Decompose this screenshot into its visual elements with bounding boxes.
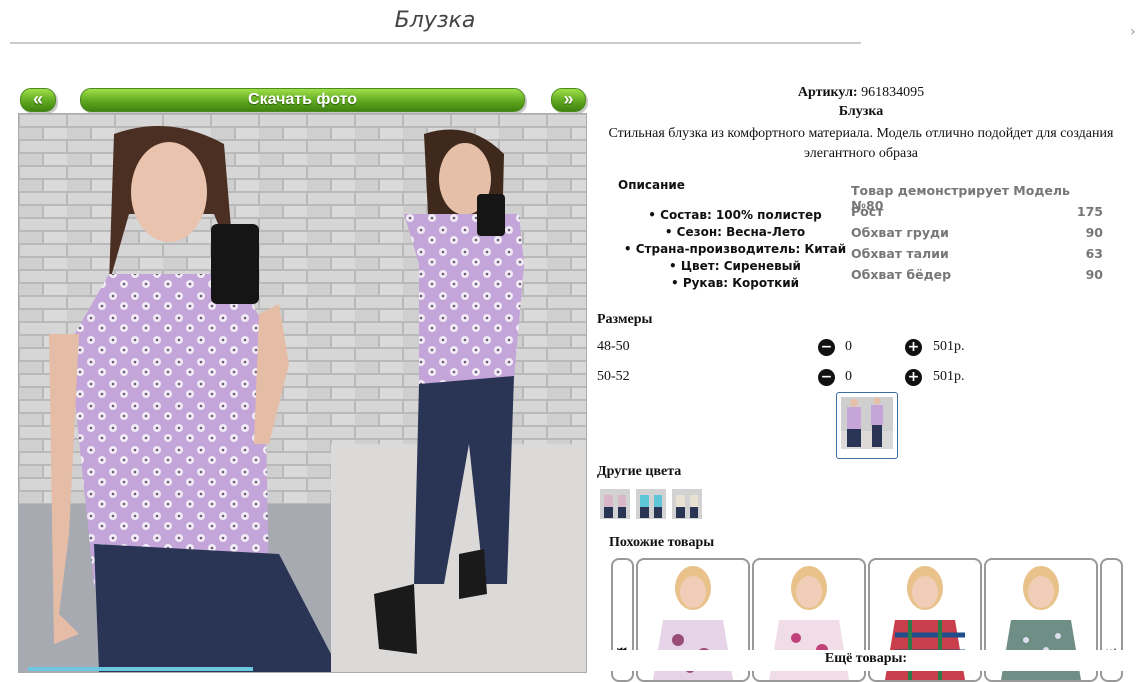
model-row: Обхват груди 90 (851, 225, 1103, 240)
color-swatch[interactable] (672, 489, 702, 519)
description-heading: Описание (618, 178, 685, 192)
quantity-value: 0 (845, 369, 852, 384)
page-title: Блузка (394, 8, 476, 33)
model-row: Обхват бёдер 90 (851, 267, 1103, 282)
spec-item: Сезон: Весна-Лето (600, 224, 870, 241)
sku-value: 961834095 (861, 85, 925, 100)
product-photo[interactable] (18, 113, 587, 673)
product-name: Блузка (838, 104, 884, 119)
spec-item: Состав: 100% полистер (600, 207, 870, 224)
close-icon[interactable]: › (1130, 24, 1136, 40)
quantity-value: 0 (845, 339, 852, 354)
size-label: 50-52 (597, 369, 630, 384)
more-items-label[interactable]: Ещё товары: (596, 650, 1136, 671)
spec-item: Рукав: Короткий (600, 275, 870, 292)
size-row: 48-50 − 0 + 501р. (597, 339, 997, 359)
minus-icon[interactable]: − (818, 369, 835, 386)
model-heading: Товар демонстрирует Модель №80 (851, 183, 1070, 213)
model-measurements: Товар демонстрирует Модель №80 Рост 175 О… (851, 183, 1103, 288)
price: 501р. (933, 339, 965, 354)
title-divider (10, 42, 861, 44)
model-row: Обхват талии 63 (851, 246, 1103, 261)
photo-scrollbar[interactable] (28, 667, 253, 671)
size-row: 50-52 − 0 + 501р. (597, 369, 997, 389)
model-row: Рост 175 (851, 204, 1103, 219)
color-swatch[interactable] (636, 489, 666, 519)
size-label: 48-50 (597, 339, 630, 354)
next-photo-button[interactable]: » (551, 88, 586, 112)
similar-heading: Похожие товары (609, 535, 715, 550)
download-photo-button[interactable]: Скачать фото (80, 88, 525, 112)
sku-line: Артикул: 961834095 (596, 85, 1126, 101)
color-swatch[interactable] (600, 489, 630, 519)
price: 501р. (933, 369, 965, 384)
sku-label: Артикул: (797, 85, 858, 100)
spec-item: Цвет: Сиреневый (600, 258, 870, 275)
product-description: Стильная блузка из комфортного материала… (608, 126, 1114, 161)
spec-item: Страна-производитель: Китай (600, 241, 870, 258)
plus-icon[interactable]: + (905, 339, 922, 356)
photo-thumbnail[interactable] (836, 392, 898, 459)
plus-icon[interactable]: + (905, 369, 922, 386)
sizes-heading: Размеры (597, 312, 653, 327)
minus-icon[interactable]: − (818, 339, 835, 356)
other-colors-heading: Другие цвета (597, 464, 682, 479)
spec-list: Состав: 100% полистер Сезон: Весна-Лето … (600, 207, 870, 292)
prev-photo-button[interactable]: « (20, 88, 56, 112)
